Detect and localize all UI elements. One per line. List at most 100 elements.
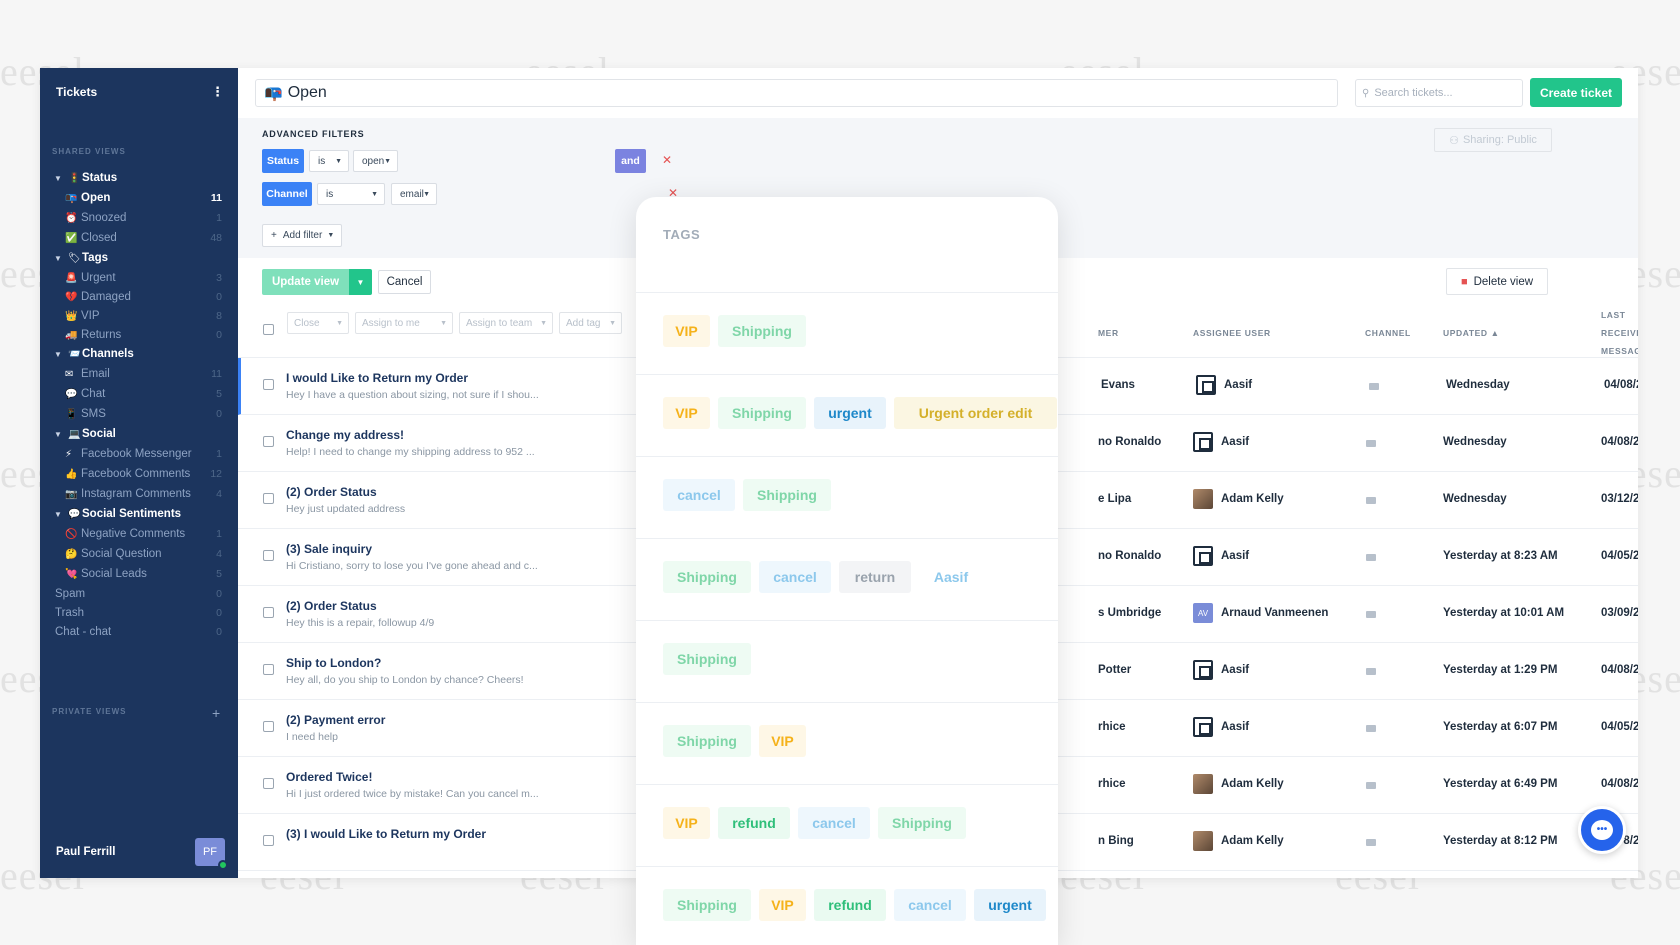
sidebar-item-tags[interactable]: ▼ 🏷 Tags xyxy=(40,248,238,268)
sharing-button[interactable]: ⚇ Sharing: Public xyxy=(1434,128,1552,152)
sidebar-item-social-question[interactable]: 🤔 Social Question 4 xyxy=(40,544,238,564)
tag-badge[interactable]: cancel xyxy=(894,889,966,921)
tag-badge[interactable]: cancel xyxy=(663,479,735,511)
sidebar-item-negative-comments[interactable]: 🚫 Negative Comments 1 xyxy=(40,524,238,544)
ticket-subject[interactable]: (2) Order Status xyxy=(286,485,377,499)
tag-badge[interactable]: Shipping xyxy=(663,889,751,921)
tag-badge[interactable]: VIP xyxy=(663,807,710,839)
add-filter-button[interactable]: + Add filter ▼ xyxy=(262,224,342,247)
tag-badge[interactable]: cancel xyxy=(759,561,831,593)
row-checkbox[interactable] xyxy=(263,493,274,504)
tag-badge[interactable]: Urgent order edit xyxy=(894,397,1057,429)
sidebar-item-returns[interactable]: 🚚 Returns 0 xyxy=(40,325,238,345)
sidebar-item-social-sentiments[interactable]: ▼ 💬 Social Sentiments xyxy=(40,504,238,524)
row-checkbox[interactable] xyxy=(263,835,274,846)
add-tag-select[interactable]: Add tag ▼ xyxy=(559,312,622,334)
tag-badge[interactable]: refund xyxy=(718,807,790,839)
ticket-subject[interactable]: (3) I would Like to Return my Order xyxy=(286,827,486,841)
sidebar-item-chat-chat[interactable]: Chat - chat 0 xyxy=(40,622,238,642)
ticket-subject[interactable]: Change my address! xyxy=(286,428,404,442)
sidebar-item-urgent[interactable]: 🚨 Urgent 3 xyxy=(40,268,238,288)
caret-down-icon[interactable]: ▼ xyxy=(54,174,62,183)
sidebar-item-instagram-comments[interactable]: 📷 Instagram Comments 4 xyxy=(40,484,238,504)
row-checkbox[interactable] xyxy=(263,721,274,732)
add-private-view-icon[interactable]: + xyxy=(212,705,220,721)
sidebar-item-snoozed[interactable]: ⏰ Snoozed 1 xyxy=(40,208,238,228)
row-checkbox[interactable] xyxy=(263,778,274,789)
tag-badge[interactable]: Shipping xyxy=(878,807,966,839)
ticket-subject[interactable]: (2) Payment error xyxy=(286,713,385,727)
sidebar-item-status[interactable]: ▼ 🚦 Status xyxy=(40,168,238,188)
filter-op-select[interactable]: is ▼ xyxy=(309,150,349,172)
tag-badge[interactable]: Shipping xyxy=(663,643,751,675)
filter-value-select[interactable]: open ▼ xyxy=(353,150,398,172)
remove-filter-icon[interactable]: ✕ xyxy=(662,153,672,167)
sidebar-item-closed[interactable]: ✅ Closed 48 xyxy=(40,228,238,248)
row-checkbox[interactable] xyxy=(263,550,274,561)
caret-down-icon[interactable]: ▼ xyxy=(54,510,62,519)
tag-badge[interactable]: Shipping xyxy=(743,479,831,511)
delete-view-button[interactable]: ■ Delete view xyxy=(1446,268,1548,295)
ticket-subject[interactable]: I would Like to Return my Order xyxy=(286,371,468,385)
filter-field-channel[interactable]: Channel xyxy=(262,182,312,206)
assign-to-team-select[interactable]: Assign to team ▼ xyxy=(459,312,553,334)
search-input[interactable]: ⚲ Search tickets... xyxy=(1355,79,1523,107)
tag-badge[interactable]: VIP xyxy=(759,889,806,921)
column-header-customer[interactable]: MER xyxy=(1098,324,1119,342)
create-ticket-button[interactable]: Create ticket xyxy=(1530,78,1622,107)
caret-down-icon[interactable]: ▼ xyxy=(54,430,62,439)
tag-badge[interactable]: refund xyxy=(814,889,886,921)
row-checkbox[interactable] xyxy=(263,664,274,675)
row-checkbox[interactable] xyxy=(263,607,274,618)
filter-op-select[interactable]: is ▼ xyxy=(317,183,385,205)
sidebar-item-facebook-messenger[interactable]: ⚡ Facebook Messenger 1 xyxy=(40,444,238,464)
update-view-button[interactable]: Update view xyxy=(262,269,349,295)
tag-badge[interactable]: Aasif xyxy=(919,561,983,593)
ticket-subject[interactable]: (2) Order Status xyxy=(286,599,377,613)
tag-badge[interactable]: urgent xyxy=(974,889,1046,921)
view-title-field[interactable]: 📭 Open xyxy=(255,79,1338,107)
kebab-menu-icon[interactable]: ⋮ xyxy=(211,84,224,100)
column-header-channel[interactable]: CHANNEL xyxy=(1365,324,1411,342)
tag-badge[interactable]: Shipping xyxy=(718,315,806,347)
close-bulk-select[interactable]: Close ▼ xyxy=(287,312,349,334)
sidebar-item-spam[interactable]: Spam 0 xyxy=(40,584,238,604)
cancel-button[interactable]: Cancel xyxy=(378,270,431,294)
chat-launcher-button[interactable]: ••• xyxy=(1578,806,1626,854)
tag-badge[interactable]: cancel xyxy=(798,807,870,839)
sidebar-item-email[interactable]: ✉ Email 11 xyxy=(40,364,238,384)
sidebar-item-sms[interactable]: 📱 SMS 0 xyxy=(40,404,238,424)
sidebar-item-social-leads[interactable]: 💘 Social Leads 5 xyxy=(40,564,238,584)
filter-joiner-button[interactable]: and xyxy=(615,149,646,173)
column-header-assignee[interactable]: ASSIGNEE USER xyxy=(1193,324,1271,342)
sidebar-item-chat[interactable]: 💬 Chat 5 xyxy=(40,384,238,404)
sidebar-item-damaged[interactable]: 💔 Damaged 0 xyxy=(40,287,238,307)
update-view-dropdown[interactable]: ▼ xyxy=(349,269,372,295)
sidebar-item-facebook-comments[interactable]: 👍 Facebook Comments 12 xyxy=(40,464,238,484)
tag-badge[interactable]: urgent xyxy=(814,397,886,429)
tag-badge[interactable]: VIP xyxy=(759,725,806,757)
column-header-updated[interactable]: UPDATED ▲ xyxy=(1443,324,1500,342)
sidebar-item-open[interactable]: 📭 Open 11 xyxy=(40,188,238,208)
tag-badge[interactable]: return xyxy=(839,561,911,593)
assign-to-me-select[interactable]: Assign to me ▼ xyxy=(355,312,453,334)
tag-badge[interactable]: VIP xyxy=(663,315,710,347)
filter-value-select[interactable]: email ▼ xyxy=(391,183,437,205)
tag-badge[interactable]: Shipping xyxy=(663,561,751,593)
tag-badge[interactable]: Shipping xyxy=(718,397,806,429)
sidebar-item-social[interactable]: ▼ 💻 Social xyxy=(40,424,238,444)
select-all-checkbox[interactable] xyxy=(263,324,274,335)
caret-down-icon[interactable]: ▼ xyxy=(54,350,62,359)
column-header-last-received[interactable]: LAST RECEIVED MESSAGE xyxy=(1601,306,1638,360)
tag-badge[interactable]: VIP xyxy=(663,397,710,429)
tag-badge[interactable]: Shipping xyxy=(663,725,751,757)
filter-field-status[interactable]: Status xyxy=(262,149,304,173)
ticket-subject[interactable]: Ship to London? xyxy=(286,656,381,670)
row-checkbox[interactable] xyxy=(263,436,274,447)
ticket-subject[interactable]: Ordered Twice! xyxy=(286,770,372,784)
sidebar-item-vip[interactable]: 👑 VIP 8 xyxy=(40,306,238,326)
row-checkbox[interactable] xyxy=(263,379,274,390)
sidebar-item-trash[interactable]: Trash 0 xyxy=(40,603,238,623)
sidebar-item-channels[interactable]: ▼ 📨 Channels xyxy=(40,344,238,364)
ticket-subject[interactable]: (3) Sale inquiry xyxy=(286,542,372,556)
